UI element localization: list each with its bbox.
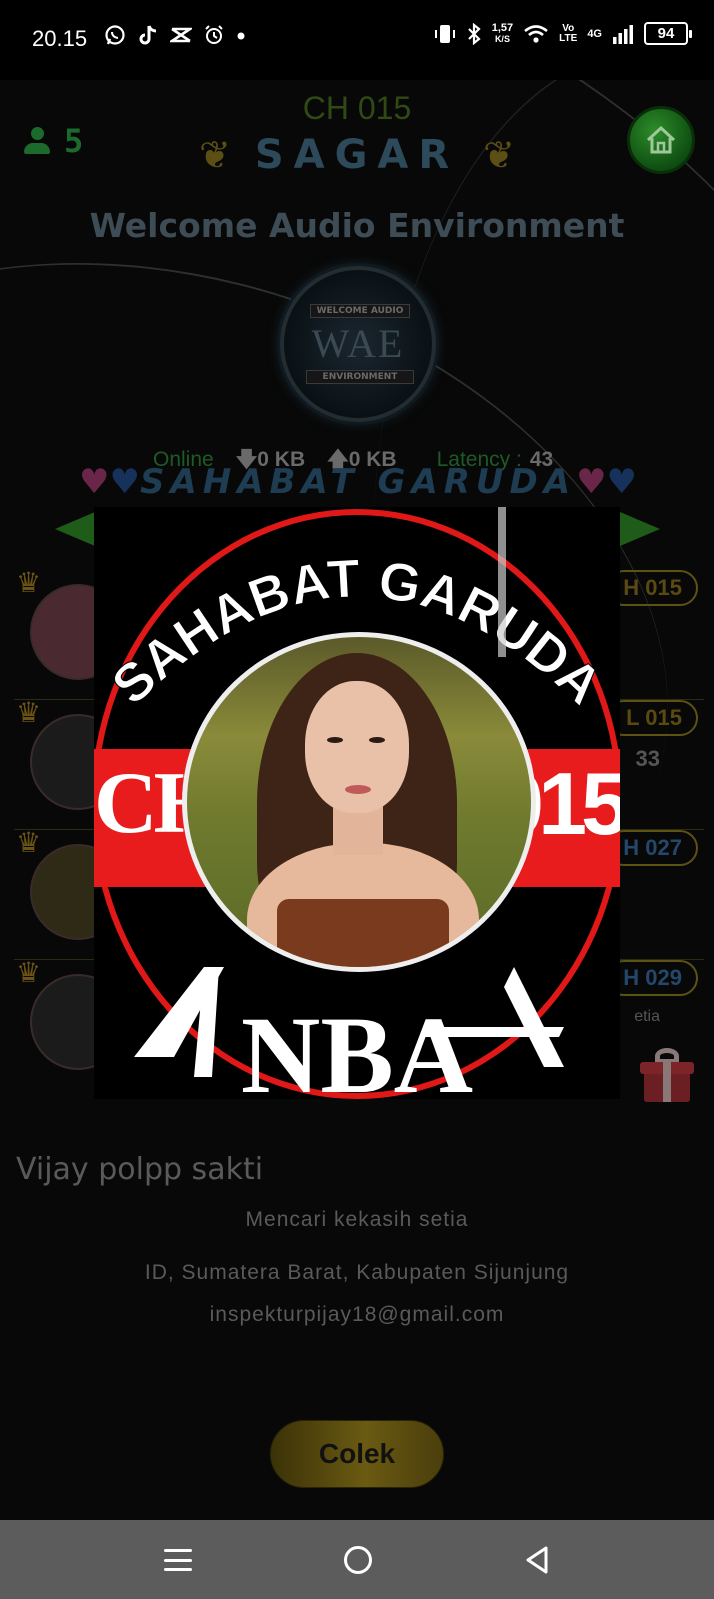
alarm-icon [205, 25, 223, 44]
crown-icon: ♛ [16, 696, 42, 729]
channel-title: CH 015 [302, 90, 412, 126]
dot-icon [237, 32, 245, 40]
profile-location: ID, Sumatera Barat, Kabupaten Sijunjung [144, 1261, 570, 1284]
home-icon [646, 125, 676, 154]
whatsapp-icon [105, 25, 125, 45]
volte-top: Vo [562, 22, 575, 34]
crown-icon: ♛ [16, 956, 42, 989]
vibrate-icon [434, 24, 455, 43]
wifi-icon [524, 24, 548, 43]
banner-text: SAHABAT GARUDA [139, 462, 577, 502]
welcome-title: Welcome Audio Environment [89, 206, 625, 245]
logo-bottom-text: ENVIRONMENT [306, 370, 414, 384]
crown-icon: ♛ [16, 826, 42, 859]
net-speed-unit: K/S [494, 33, 510, 44]
next-arrow-button[interactable] [620, 512, 660, 546]
logo-mid-text: WAE [311, 321, 405, 366]
gift-button[interactable] [640, 1048, 694, 1102]
profile-photo [182, 632, 536, 972]
network-type: 4G [587, 27, 602, 40]
profile-email: inspekturpijay18@gmail.com [209, 1303, 505, 1326]
notification-icons [104, 24, 246, 46]
member-extra: etia [634, 1008, 660, 1025]
back-button[interactable] [522, 1544, 552, 1576]
home-nav-button[interactable] [344, 1546, 372, 1574]
heart-icon: ♥ [109, 462, 140, 502]
profile-frame-popup[interactable]: CH 015 SAHABAT GARUDA NBA [94, 507, 620, 1099]
ornament-left-icon: ❦ [199, 133, 231, 177]
capcut-icon [170, 27, 192, 43]
wae-logo: WELCOME AUDIO WAE ENVIRONMENT [280, 266, 436, 422]
heart-icon: ♥ [606, 462, 638, 502]
volte-indicator: Vo LTE [559, 22, 578, 44]
member-extra: 33 [635, 746, 660, 771]
net-speed-value: 1,57 [491, 21, 514, 34]
signal-icon [613, 24, 633, 44]
recent-apps-button[interactable] [164, 1546, 192, 1574]
popup-bottom-text: NBA [241, 994, 473, 1097]
navigation-bar [0, 1520, 714, 1599]
battery-icon: 94 [644, 22, 692, 45]
logo-top-text: WELCOME AUDIO [310, 304, 410, 318]
ornament-right-icon: ❦ [483, 133, 515, 177]
net-speed: 1,57 K/S [491, 21, 514, 45]
volte-bottom: LTE [559, 32, 578, 44]
heart-icon: ♥ [78, 462, 110, 502]
prev-arrow-button[interactable] [55, 512, 95, 546]
nba-emblem: NBA [134, 967, 564, 1097]
room-name: ❦ SAGAR ❦ [0, 132, 714, 178]
heart-icon: ♥ [576, 462, 607, 502]
room-name-text: SAGAR [254, 132, 460, 178]
status-bar: 20.15 1,57 K/S Vo LTE 4G 94 [0, 0, 714, 80]
tiktok-icon [139, 25, 157, 45]
room-banner: ♥♥SAHABAT GARUDA♥♥ [58, 462, 658, 506]
bluetooth-icon [467, 22, 481, 45]
profile-name: Vijay polpp sakti [16, 1152, 264, 1187]
decoration [498, 507, 506, 657]
colek-button[interactable]: Colek [270, 1420, 444, 1488]
crown-icon: ♛ [16, 566, 42, 599]
profile-status: Mencari kekasih setia [245, 1208, 469, 1231]
home-button[interactable] [627, 106, 695, 174]
status-time: 20.15 [32, 26, 88, 51]
system-icons: 1,57 K/S Vo LTE 4G 94 [434, 21, 692, 45]
battery-level: 94 [657, 25, 675, 42]
